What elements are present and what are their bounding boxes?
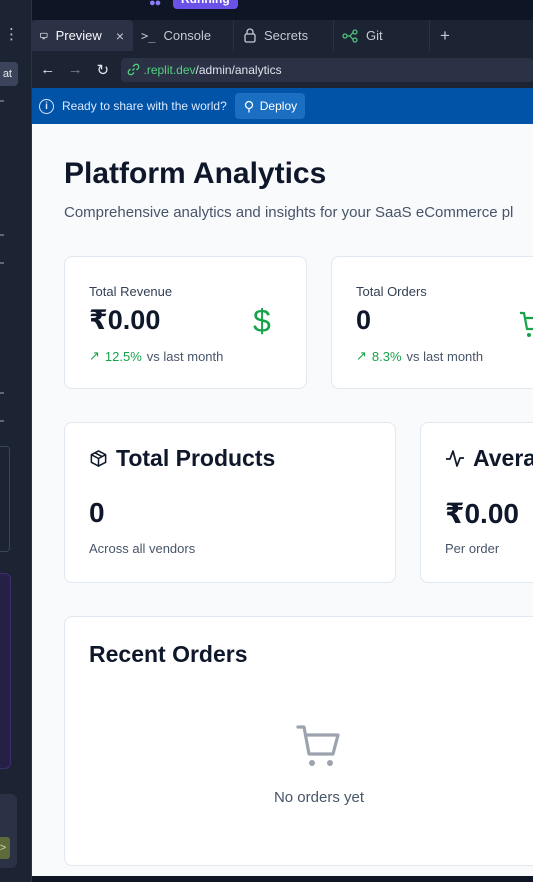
tab-label: Secrets bbox=[264, 28, 309, 43]
tab-bar: Preview × >_ Console Secrets Git + bbox=[32, 20, 533, 51]
trend-up-icon: ↗ bbox=[89, 348, 100, 363]
bottom-border bbox=[32, 876, 533, 882]
tab-preview[interactable]: Preview × bbox=[32, 20, 133, 51]
close-icon[interactable]: × bbox=[116, 28, 124, 44]
running-indicator-icon: ●● bbox=[149, 0, 161, 9]
preview-page: Platform Analytics Comprehensive analyti… bbox=[32, 124, 533, 876]
terminal-icon: >_ bbox=[141, 28, 156, 43]
rail-divider bbox=[0, 262, 4, 264]
stat-change: ↗ 12.5% vs last month bbox=[89, 348, 223, 364]
tab-console[interactable]: >_ Console bbox=[133, 20, 234, 51]
tab-git[interactable]: Git bbox=[334, 20, 430, 51]
empty-state-text: No orders yet bbox=[273, 789, 365, 806]
address-bar: ← → ↻ .replit.dev /admin/analytics bbox=[32, 51, 533, 88]
metric-card-products: Total Products 0 Across all vendors bbox=[64, 422, 396, 583]
reload-icon[interactable]: ↻ bbox=[89, 61, 117, 79]
stat-label: Total Revenue bbox=[89, 284, 173, 299]
lock-icon bbox=[244, 28, 256, 43]
rail-divider bbox=[0, 234, 4, 236]
left-side-panel: ⋮ at > bbox=[0, 0, 32, 882]
git-branch-icon bbox=[342, 28, 358, 43]
metric-title: Total Products bbox=[89, 445, 275, 472]
change-text: vs last month bbox=[406, 348, 484, 364]
rail-divider bbox=[0, 100, 4, 102]
side-input-box[interactable] bbox=[0, 446, 10, 552]
send-icon[interactable]: > bbox=[0, 837, 10, 859]
recent-orders-title: Recent Orders bbox=[89, 641, 248, 667]
banner-text: Ready to share with the world? bbox=[62, 99, 227, 113]
recent-orders-card: Recent Orders No orders yet bbox=[64, 616, 533, 866]
run-status[interactable]: ●● Running bbox=[149, 0, 242, 12]
tab-secrets[interactable]: Secrets bbox=[234, 20, 334, 51]
metric-card-average: Averag ₹0.00 Per order bbox=[420, 422, 533, 583]
metric-subtext: Per order bbox=[445, 541, 500, 556]
rail-divider bbox=[0, 392, 4, 394]
running-label: Running bbox=[173, 0, 238, 9]
change-percent: 12.5% bbox=[104, 348, 142, 364]
tab-label: Git bbox=[366, 28, 383, 43]
change-text: vs last month bbox=[146, 348, 224, 364]
url-input[interactable]: .replit.dev /admin/analytics bbox=[120, 57, 533, 82]
back-arrow-icon[interactable]: ← bbox=[34, 61, 62, 78]
page-title: Platform Analytics bbox=[64, 157, 327, 190]
dollar-icon: $ bbox=[253, 303, 271, 339]
deploy-icon bbox=[244, 100, 253, 112]
empty-cart-icon bbox=[296, 725, 340, 766]
stat-change: ↗ 8.3% vs last month bbox=[356, 348, 483, 364]
tab-label: Console bbox=[163, 28, 212, 43]
more-options-icon[interactable]: ⋮ bbox=[4, 27, 19, 42]
stat-value: ₹0.00 bbox=[89, 305, 161, 335]
stat-card-revenue: Total Revenue ₹0.00 $ ↗ 12.5% vs last mo… bbox=[64, 256, 307, 389]
metric-title-label: Total Products bbox=[116, 445, 276, 471]
forward-arrow-icon[interactable]: → bbox=[62, 61, 90, 78]
cart-icon bbox=[520, 311, 533, 337]
trend-up-icon: ↗ bbox=[356, 348, 367, 363]
metric-subtext: Across all vendors bbox=[89, 541, 196, 556]
metric-title: Averag bbox=[445, 445, 533, 472]
deploy-label: Deploy bbox=[259, 99, 298, 113]
page-subtitle: Comprehensive analytics and insights for… bbox=[64, 204, 514, 221]
metric-value: 0 bbox=[89, 497, 105, 528]
link-icon bbox=[127, 63, 139, 76]
metric-value: ₹0.00 bbox=[445, 498, 519, 529]
stat-card-orders: Total Orders 0 ↗ 8.3% vs last month bbox=[331, 256, 533, 389]
package-icon bbox=[90, 450, 107, 467]
monitor-icon bbox=[40, 32, 48, 39]
tab-label: Preview bbox=[55, 28, 102, 43]
activity-icon bbox=[446, 450, 464, 467]
url-host: .replit.dev bbox=[143, 62, 196, 77]
side-chip[interactable]: at bbox=[0, 62, 18, 86]
rail-divider bbox=[0, 420, 4, 422]
stat-value: 0 bbox=[356, 305, 372, 335]
deploy-banner: i Ready to share with the world? Deploy bbox=[32, 88, 533, 124]
side-agent-panel bbox=[0, 573, 11, 769]
url-path: /admin/analytics bbox=[195, 62, 282, 77]
metric-title-label: Averag bbox=[473, 445, 533, 471]
deploy-button[interactable]: Deploy bbox=[234, 93, 306, 119]
add-tab-button[interactable]: + bbox=[430, 20, 450, 51]
info-icon: i bbox=[39, 98, 54, 114]
change-percent: 8.3% bbox=[371, 348, 402, 364]
stat-label: Total Orders bbox=[356, 284, 427, 299]
